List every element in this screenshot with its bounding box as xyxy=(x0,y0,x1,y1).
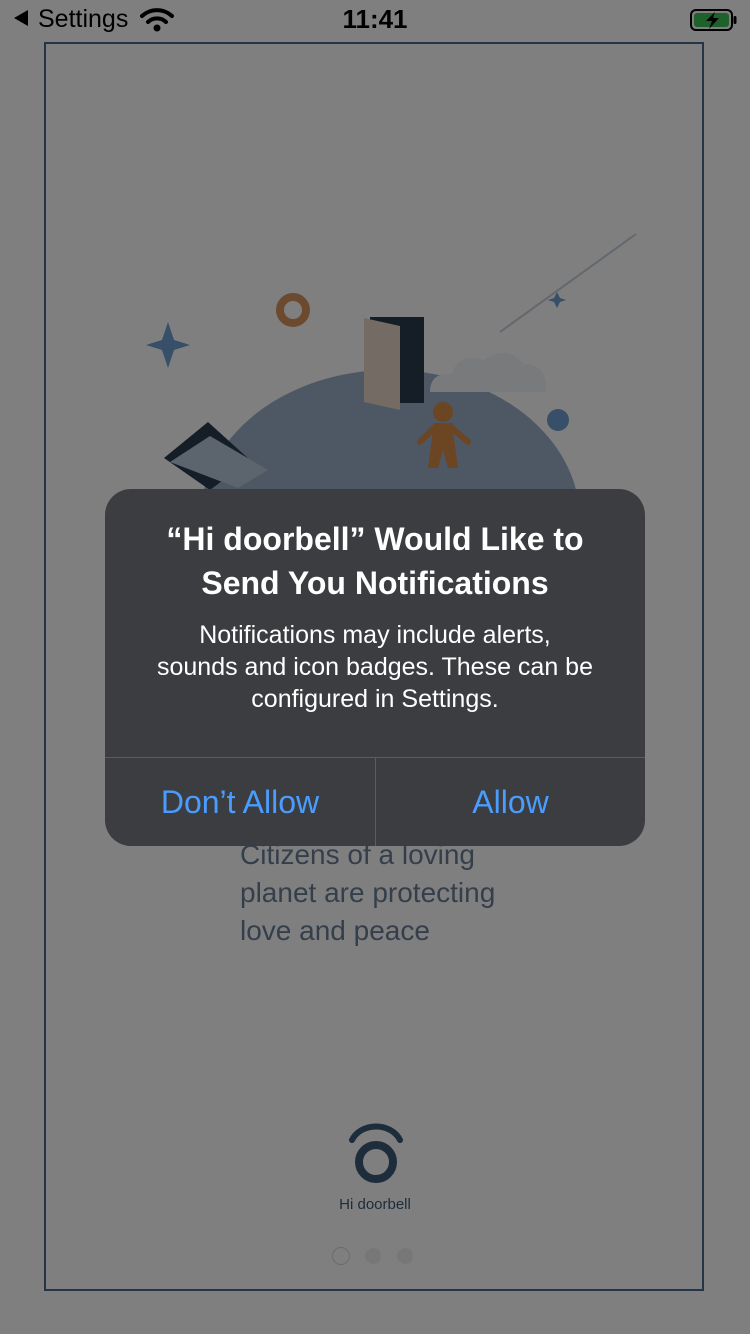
alert-message: Notifications may include alerts, sounds… xyxy=(117,619,633,715)
alert-title: “Hi doorbell” Would Like to Send You Not… xyxy=(125,517,625,605)
alert-message-line: sounds and icon badges. These can be xyxy=(157,653,593,681)
alert-message-line: Notifications may include alerts, xyxy=(199,621,551,649)
alert-title-line: Send You Notifications xyxy=(201,565,549,601)
dont-allow-button[interactable]: Don’t Allow xyxy=(105,758,375,846)
allow-button[interactable]: Allow xyxy=(376,758,645,846)
alert-message-line: configured in Settings. xyxy=(251,685,499,713)
notification-permission-alert: “Hi doorbell” Would Like to Send You Not… xyxy=(105,489,645,846)
alert-title-line: “Hi doorbell” Would Like to xyxy=(166,521,584,557)
screen: Settings 11:41 xyxy=(0,0,750,1334)
